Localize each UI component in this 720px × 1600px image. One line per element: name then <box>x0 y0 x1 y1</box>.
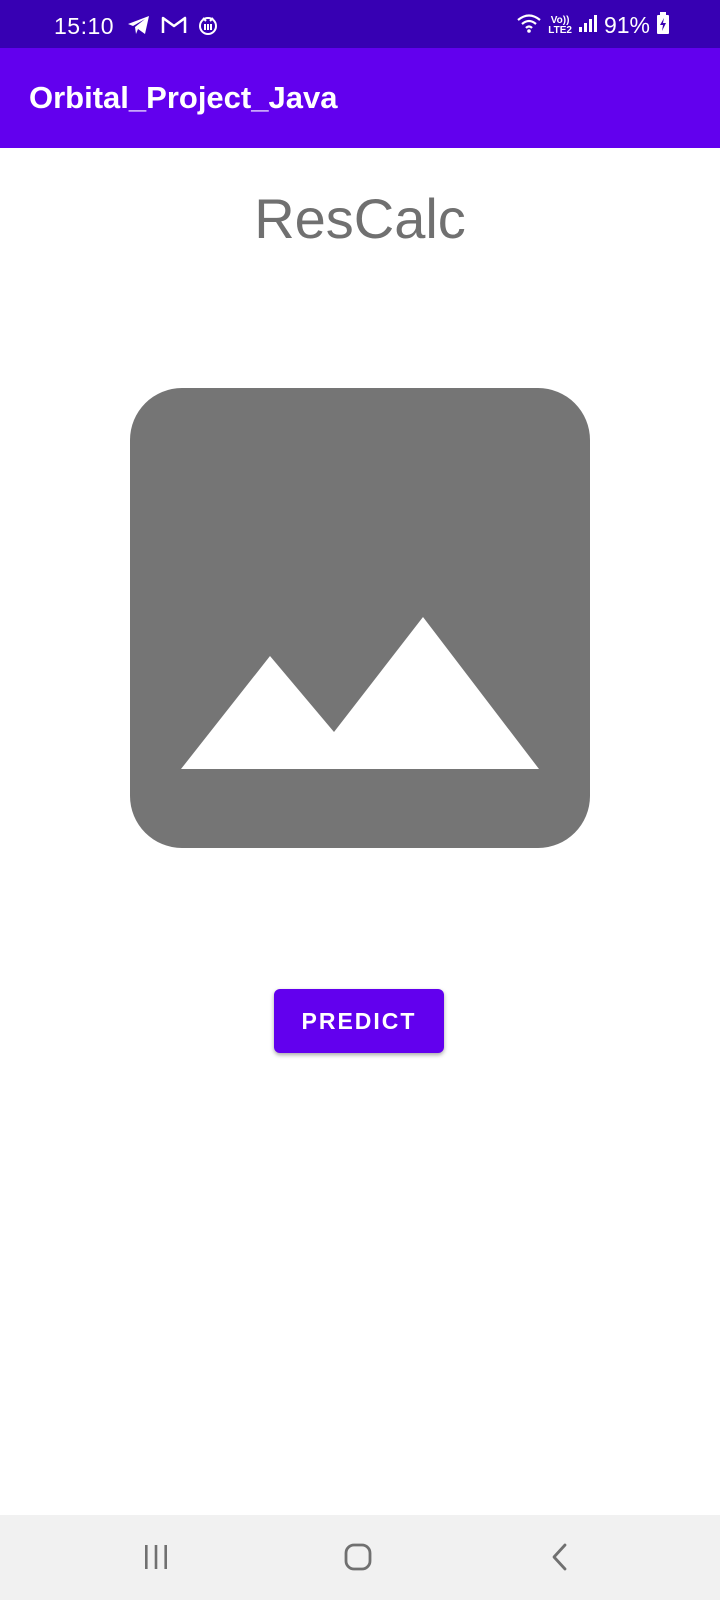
telegram-icon <box>127 14 151 41</box>
back-button[interactable] <box>540 1537 580 1577</box>
navigation-bar <box>0 1515 720 1600</box>
battery-percentage: 91% <box>603 12 650 38</box>
status-time: 15:10 <box>54 13 115 39</box>
status-notification-icons <box>127 14 219 41</box>
app-bar: Orbital_Project_Java <box>0 48 720 148</box>
image-placeholder[interactable] <box>130 388 590 853</box>
recents-icon <box>145 1545 167 1569</box>
home-icon <box>344 1543 372 1571</box>
volte-bottom-text: LTE2 <box>548 24 572 36</box>
gmail-icon <box>161 15 187 40</box>
predict-button[interactable]: PREDICT <box>274 989 444 1053</box>
status-bar: 15:10 Vo)) LTE2 91% <box>0 0 720 48</box>
signal-icon <box>578 13 598 38</box>
image-placeholder-icon <box>130 388 590 848</box>
volte-icon: Vo)) LTE2 <box>548 14 572 36</box>
app-title: Orbital_Project_Java <box>29 80 338 115</box>
home-button[interactable] <box>338 1537 378 1577</box>
battery-icon <box>656 12 670 39</box>
recents-button[interactable] <box>136 1537 176 1577</box>
wifi-icon <box>516 12 542 39</box>
status-system-icons: Vo)) LTE2 91% <box>516 12 670 39</box>
volte-top-text: Vo)) <box>550 14 570 26</box>
page-title: ResCalc <box>254 187 466 250</box>
app-notification-icon <box>197 14 219 41</box>
back-icon <box>552 1543 567 1571</box>
